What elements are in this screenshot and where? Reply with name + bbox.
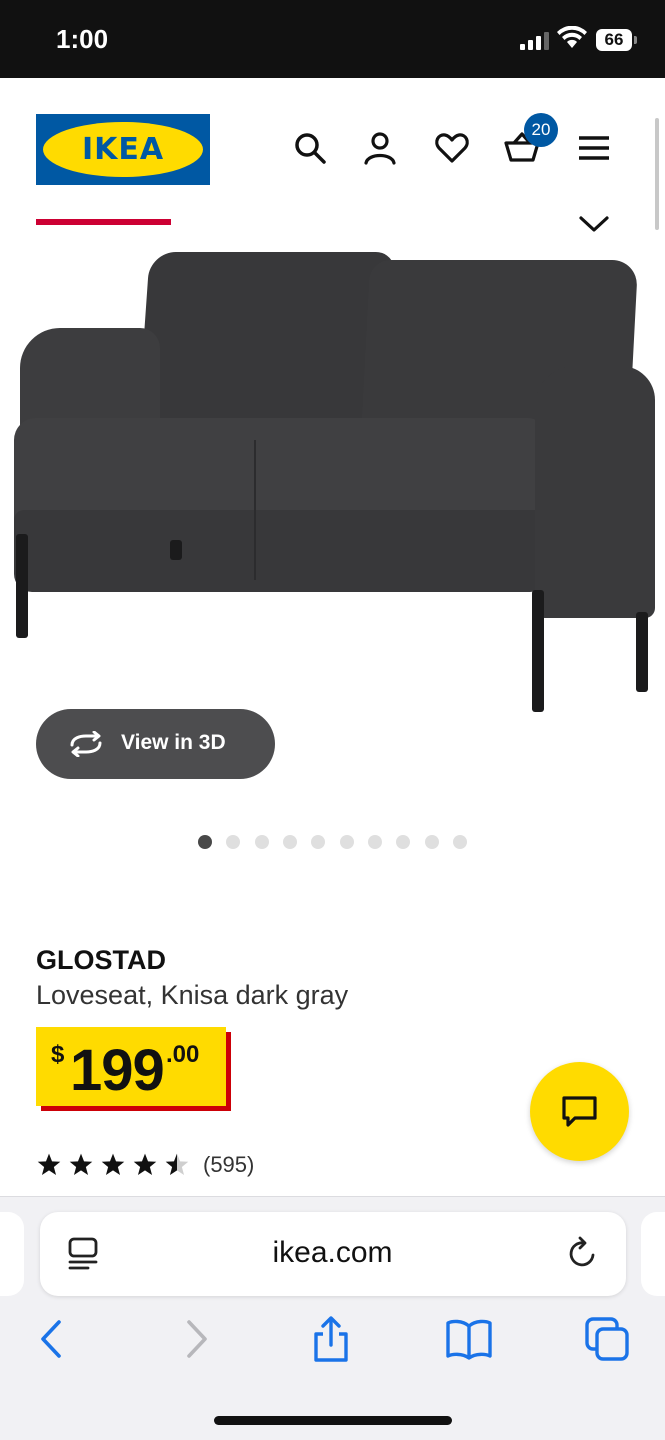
home-indicator[interactable]: [214, 1416, 452, 1425]
chat-button[interactable]: [530, 1062, 629, 1161]
status-time: 1:00: [56, 24, 109, 54]
heart-icon[interactable]: [434, 130, 470, 166]
product-image[interactable]: [0, 240, 665, 720]
price-currency: $: [51, 1041, 65, 1068]
carousel-dot[interactable]: [396, 835, 410, 849]
right-arm: [535, 366, 655, 618]
seat-seam: [254, 440, 256, 580]
back-icon[interactable]: [30, 1316, 76, 1362]
chat-icon: [562, 1096, 597, 1127]
price-tag: $ 199 .00: [36, 1027, 226, 1106]
price-whole: 199: [70, 1038, 165, 1103]
product-name: GLOSTAD: [36, 945, 166, 975]
battery-tip: [634, 36, 637, 44]
cart-count-badge: 20: [524, 113, 558, 147]
signal-icon: [520, 30, 550, 50]
carousel-dot[interactable]: [198, 835, 212, 849]
half-star-icon: [165, 1153, 189, 1175]
ikea-logo[interactable]: IKEA: [36, 114, 210, 185]
wifi-icon: [557, 26, 587, 48]
carousel-dot[interactable]: [283, 835, 297, 849]
leg-back-right: [636, 612, 648, 692]
carousel-dot[interactable]: [311, 835, 325, 849]
leg-front-left: [16, 534, 28, 638]
profile-icon[interactable]: [362, 130, 398, 166]
battery-icon: 66: [596, 29, 632, 51]
carousel-dot[interactable]: [255, 835, 269, 849]
menu-icon[interactable]: [576, 130, 612, 166]
carousel-dot[interactable]: [368, 835, 382, 849]
search-icon[interactable]: [292, 130, 328, 166]
leg-front-right: [532, 590, 544, 712]
price-cents: .00: [166, 1041, 200, 1068]
star-icon: [133, 1153, 157, 1175]
scroll-indicator: [655, 118, 659, 230]
chevron-down-icon[interactable]: [578, 212, 610, 236]
reload-icon[interactable]: [566, 1235, 600, 1271]
share-icon[interactable]: [308, 1316, 354, 1362]
review-count[interactable]: (595): [203, 1152, 254, 1178]
forward-icon[interactable]: [172, 1316, 218, 1362]
seat-front: [14, 510, 544, 592]
product-description: Loveseat, Knisa dark gray: [36, 980, 349, 1010]
status-bar: 1:00 66: [0, 0, 665, 78]
carousel-dot[interactable]: [453, 835, 467, 849]
carousel-dot[interactable]: [226, 835, 240, 849]
tab-indicator: [36, 219, 171, 225]
leg-back-left: [170, 540, 182, 560]
star-icon: [101, 1153, 125, 1175]
logo-text: IKEA: [43, 122, 203, 177]
view-in-3d-button[interactable]: View in 3D: [36, 709, 275, 779]
star-icon: [37, 1153, 61, 1175]
carousel-dot[interactable]: [425, 835, 439, 849]
star-icon: [69, 1153, 93, 1175]
view-in-3d-label: View in 3D: [121, 731, 226, 754]
bookmarks-icon[interactable]: [446, 1316, 492, 1362]
tabs-icon[interactable]: [584, 1316, 630, 1362]
carousel-dot[interactable]: [340, 835, 354, 849]
image-carousel-dots: [0, 835, 665, 851]
rotate-3d-icon: [70, 731, 102, 757]
